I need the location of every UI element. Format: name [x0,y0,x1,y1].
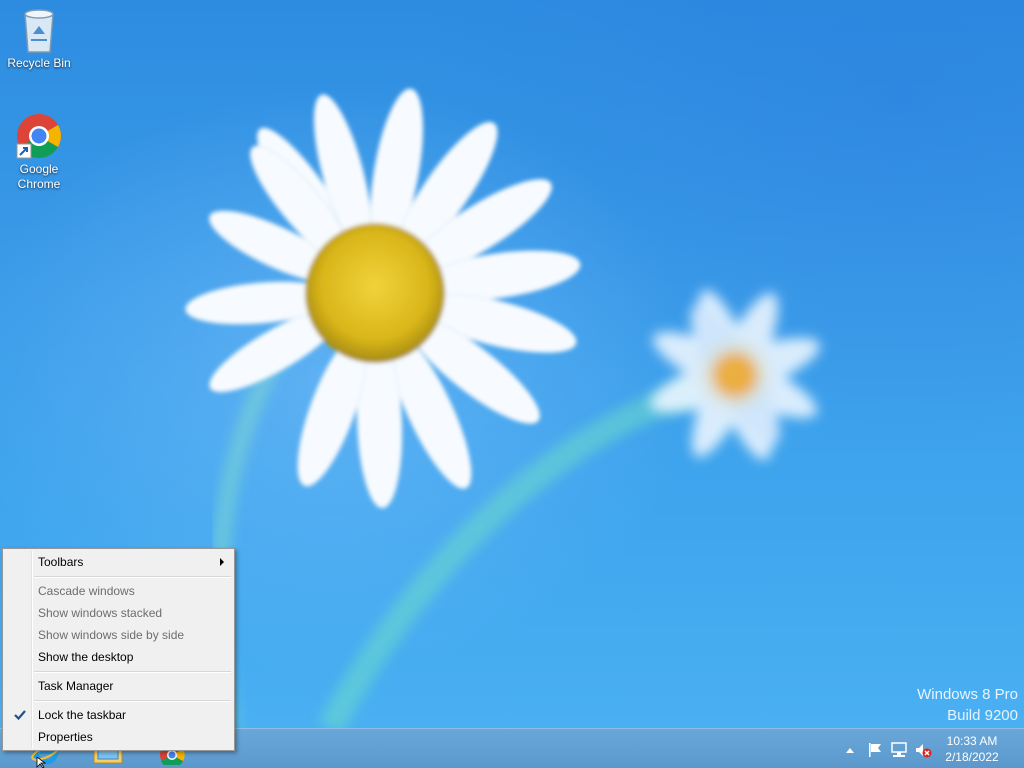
menu-item-label: Show the desktop [38,650,134,664]
watermark-build: Build 9200 [947,707,1018,724]
menu-item-label: Task Manager [38,679,114,693]
menu-item-task-manager[interactable]: Task Manager [5,675,232,697]
menu-item-cascade-windows: Cascade windows [5,580,232,602]
windows-build-watermark: Windows 8 Pro Build 9200 [917,684,1018,726]
menu-item-show-windows-side-by-side: Show windows side by side [5,624,232,646]
desktop-icon-label: Chrome [17,177,61,191]
desktop-icon-recycle-bin[interactable]: Recycle Bin [1,6,77,71]
clock-date: 2/18/2022 [945,750,999,764]
show-hidden-icons-icon[interactable] [844,745,856,755]
submenu-arrow-icon [220,558,224,566]
desktop-icon-google-chrome[interactable]: Google Chrome [1,112,77,192]
menu-item-label: Lock the taskbar [38,708,127,722]
desktop-icon-label: Google [19,162,59,176]
checkmark-icon [14,710,26,721]
taskbar-clock[interactable]: 10:33 AM 2/18/2022 [942,733,1002,765]
menu-item-toolbars[interactable]: Toolbars [5,551,232,573]
menu-item-label: Cascade windows [38,584,135,598]
menu-separator [34,700,231,702]
network-icon[interactable] [890,741,908,759]
mouse-cursor-icon [36,757,47,768]
menu-item-show-windows-stacked: Show windows stacked [5,602,232,624]
menu-item-lock-the-taskbar[interactable]: Lock the taskbar [5,704,232,726]
menu-item-properties[interactable]: Properties [5,726,232,748]
menu-separator [34,671,231,673]
taskbar-context-menu[interactable]: Toolbars Cascade windows Show windows st… [2,548,235,751]
menu-item-label: Properties [38,730,93,744]
menu-item-show-the-desktop[interactable]: Show the desktop [5,646,232,668]
volume-muted-icon[interactable] [914,741,932,759]
clock-time: 10:33 AM [946,734,998,748]
menu-separator [34,576,231,578]
watermark-edition: Windows 8 Pro [917,686,1018,703]
menu-item-label: Show windows stacked [38,606,163,620]
menu-item-label: Toolbars [38,555,84,569]
menu-item-label: Show windows side by side [38,628,185,642]
action-center-flag-icon[interactable] [866,741,884,759]
chrome-icon [16,114,61,159]
desktop-icon-label: Recycle Bin [7,56,71,70]
recycle-bin-icon [24,9,54,53]
